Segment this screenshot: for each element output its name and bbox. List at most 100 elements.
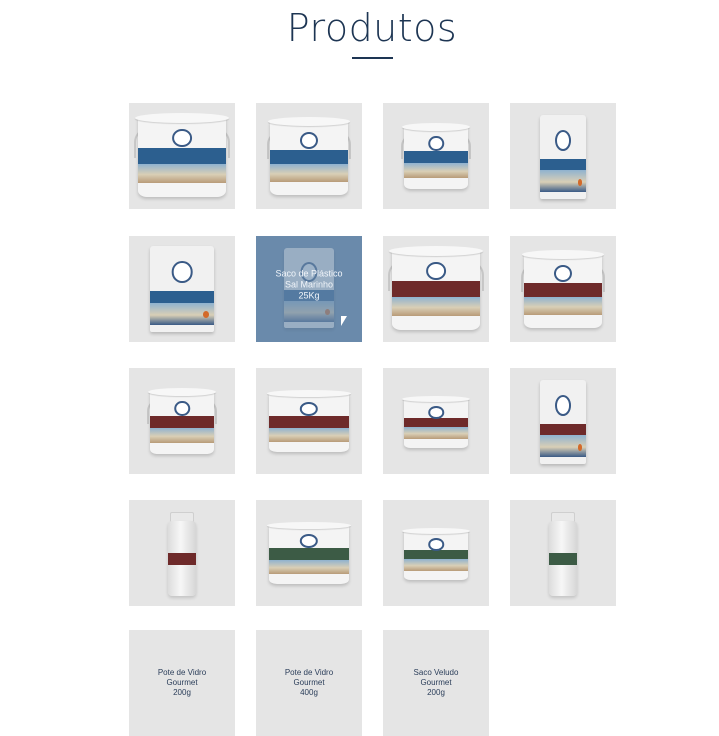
caption-line: Gourmet [293,678,325,687]
product-image [549,512,577,596]
label-scene [138,163,226,183]
product-image [266,522,352,584]
product-caption: Saco de Plástico Sal Marinho 25Kg [256,268,362,301]
label-band [540,423,586,436]
brand-logo-icon [172,129,192,148]
label-scene [150,427,214,443]
brand-logo-icon [428,405,444,419]
product-tile[interactable] [129,500,235,606]
product-tile[interactable] [129,236,235,342]
label-band [540,158,586,171]
product-tile[interactable] [383,103,489,209]
quality-seal-icon [202,311,209,319]
bucket-lid [135,113,229,124]
product-image [520,250,606,328]
product-image [266,117,352,195]
bucket-lid [402,123,470,131]
bucket-body [404,531,468,580]
product-tile[interactable] [510,103,616,209]
label-band [168,552,196,565]
brand-logo-icon [299,131,319,150]
caption-line: 400g [300,688,318,697]
product-image [168,512,196,596]
caption-line: Pote de Vidro [284,668,334,677]
brand-logo-icon [555,130,571,151]
product-tile[interactable] [510,368,616,474]
product-tile[interactable]: Pote de Vidro Gourmet 200g [129,630,235,736]
brand-logo-icon [555,395,571,416]
caption-line: Saco de Plástico [275,268,343,279]
caption-line: Saco Veludo [413,668,459,677]
product-image [402,396,470,448]
caption-line: 200g [427,688,445,697]
bucket-body [138,118,226,197]
bucket-body [404,126,468,189]
product-tile[interactable]: Pote de Vidro Gourmet 400g [256,630,362,736]
product-tile[interactable]: Saco de Plástico Sal Marinho 25Kg [256,236,362,342]
label-band [150,290,214,303]
caption-line: Gourmet [166,678,198,687]
label-scene [269,559,349,574]
product-caption: Saco Veludo Gourmet 200g [383,668,489,698]
brand-logo-icon [299,401,319,417]
brand-logo-icon [174,400,190,416]
caption-line: 25Kg [298,290,320,301]
product-image [401,123,471,189]
product-tile[interactable] [256,500,362,606]
label-scene [404,162,468,178]
label-scene [404,559,468,572]
label-scene [392,296,480,316]
mouse-cursor-icon [340,315,348,327]
product-tile[interactable] [256,103,362,209]
product-image [134,113,230,197]
label-scene [270,164,348,182]
product-image [540,115,586,199]
jar-body [168,521,196,596]
bucket-body [150,391,214,454]
product-tile[interactable]: Saco Veludo Gourmet 200g [383,630,489,736]
label-scene [404,427,468,440]
label-band [549,552,577,565]
bucket-body [269,393,349,452]
quality-seal-icon [577,443,583,451]
title-underline [352,57,393,59]
brand-logo-icon [428,135,444,151]
caption-line: Pote de Vidro [157,668,207,677]
bucket-body [404,399,468,448]
product-caption: Pote de Vidro Gourmet 400g [256,668,362,698]
product-tile[interactable] [383,236,489,342]
bucket-body [392,251,480,330]
product-tile[interactable] [129,103,235,209]
label-scene [524,297,602,315]
caption-line: Sal Marinho [284,279,334,290]
product-image [540,380,586,464]
product-image [147,388,217,454]
page-title: Produtos [286,6,458,50]
product-image [402,528,470,580]
product-tile[interactable] [510,236,616,342]
bucket-body [524,254,602,328]
product-tile[interactable] [383,368,489,474]
product-tile[interactable] [510,500,616,606]
product-tile[interactable] [256,368,362,474]
brand-logo-icon [426,262,446,281]
brand-logo-icon [171,261,193,283]
product-image [150,246,214,332]
product-image [266,390,352,452]
product-image [388,246,484,330]
jar-body [549,521,577,596]
caption-line: 200g [173,688,191,697]
brand-logo-icon [553,264,573,283]
bucket-body [269,525,349,584]
bag-body [540,115,586,199]
bag-body [540,380,586,464]
bag-body [150,246,214,332]
product-tile[interactable] [129,368,235,474]
product-caption: Pote de Vidro Gourmet 200g [129,668,235,698]
brand-logo-icon [428,537,444,551]
brand-logo-icon [299,533,319,549]
product-tile[interactable] [383,500,489,606]
bucket-body [270,121,348,195]
quality-seal-icon [577,178,583,186]
label-scene [269,427,349,442]
